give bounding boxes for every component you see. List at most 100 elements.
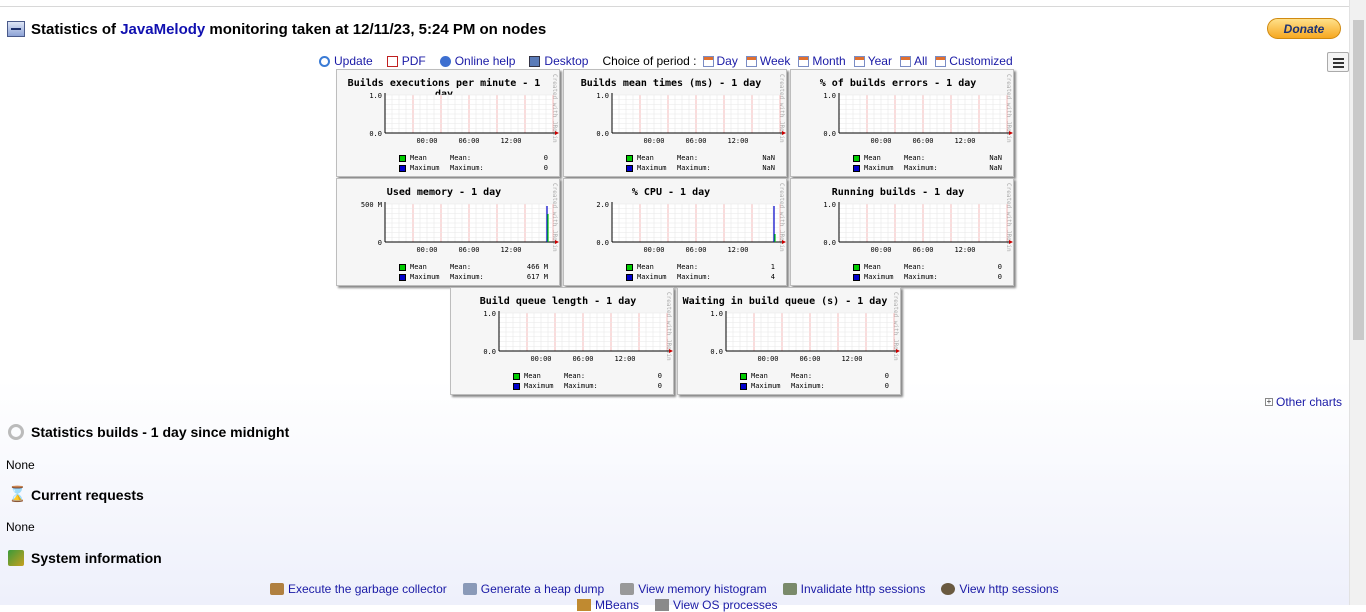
x-tick-label: 06:00 — [458, 246, 479, 254]
legend-value: NaN — [762, 154, 775, 162]
invalidate-sessions-link[interactable]: Invalidate http sessions — [782, 582, 925, 596]
chart-panel[interactable]: Builds executions per minute - 1 day Crea… — [336, 69, 560, 177]
legend-max: Maximum Maximum: 617 M — [399, 273, 549, 281]
legend-swatch — [626, 154, 633, 162]
period-year[interactable]: Year — [853, 54, 892, 68]
legend-value-label: Maximum: — [450, 164, 484, 172]
gc-link[interactable]: Execute the garbage collector — [270, 582, 447, 596]
legend-swatch — [740, 372, 747, 380]
y-tick-label: 0.0 — [596, 239, 609, 247]
chart-panel[interactable]: Build queue length - 1 day Created with J… — [450, 287, 674, 395]
legend-swatch — [626, 273, 633, 281]
help-icon — [439, 55, 451, 67]
requests-empty-text: None — [6, 520, 35, 534]
memory-histogram-link[interactable]: View memory histogram — [620, 582, 767, 596]
chart-panel[interactable]: % of builds errors - 1 day Created with J… — [790, 69, 1014, 177]
update-link[interactable]: Update — [319, 54, 373, 68]
histogram-icon — [620, 583, 635, 595]
period-customized[interactable]: Customized — [935, 54, 1013, 68]
chart-panel[interactable]: Running builds - 1 day Created with JRobi… — [790, 178, 1014, 286]
chart-panel[interactable]: Used memory - 1 day Created with JRobin 50… — [336, 178, 560, 286]
legend-mean: Mean Mean: 0 — [853, 263, 1003, 271]
chart-plot: 1.0 0.0 00:00 06:00 12:00 — [483, 310, 673, 363]
x-tick-label: 06:00 — [685, 246, 706, 254]
legend-value-label: Maximum: — [677, 164, 711, 172]
chart-panel[interactable]: % CPU - 1 day Created with JRobin 2.0 0.0 00… — [563, 178, 787, 286]
x-tick-label: 12:00 — [500, 246, 521, 254]
section-statistics-builds[interactable]: Statistics builds - 1 day since midnight — [8, 424, 289, 440]
expand-plus-icon: + — [1265, 397, 1273, 406]
other-charts-link[interactable]: + Other charts — [1265, 395, 1342, 409]
y-tick-label: 500 M — [361, 201, 382, 209]
donate-button[interactable]: Donate — [1267, 18, 1341, 39]
pdf-link[interactable]: PDF — [386, 54, 426, 68]
section-system-information[interactable]: System information — [8, 550, 162, 566]
legend-value: NaN — [989, 164, 1002, 172]
calendar-icon — [702, 55, 714, 67]
legend-label: Maximum — [637, 273, 667, 281]
os-processes-link[interactable]: View OS processes — [655, 598, 778, 612]
title-suffix: monitoring taken at 12/11/23, 5:24 PM on… — [209, 20, 547, 38]
vertical-scrollbar[interactable] — [1349, 0, 1366, 605]
axis-arrow — [782, 240, 786, 244]
x-tick-label: 06:00 — [685, 137, 706, 145]
legend-value: 0 — [543, 154, 548, 162]
legend-label: Mean — [864, 263, 881, 271]
scrollbar-thumb[interactable] — [1353, 20, 1364, 340]
heap-dump-link[interactable]: Generate a heap dump — [462, 582, 604, 596]
x-tick-label: 06:00 — [458, 137, 479, 145]
legend-value-label: Maximum: — [450, 273, 484, 281]
legend-value-label: Mean: — [564, 372, 586, 380]
chart-plot: 1.0 0.0 00:00 06:00 12:00 — [823, 201, 1013, 254]
desktop-icon — [529, 55, 541, 67]
view-sessions-link[interactable]: View http sessions — [941, 582, 1059, 596]
brand-link[interactable]: JavaMelody — [120, 21, 205, 38]
chart-panel[interactable]: Waiting in build queue (s) - 1 day Create… — [677, 287, 901, 395]
builds-empty-text: None — [6, 458, 35, 472]
x-tick-label: 12:00 — [500, 137, 521, 145]
legend-mean: Mean Mean: NaN — [853, 154, 1003, 162]
chart-plot: 2.0 0.0 00:00 06:00 12:00 — [596, 201, 786, 254]
calendar-icon — [935, 55, 947, 67]
heap-dump-icon — [462, 583, 477, 595]
legend-value-label: Maximum: — [904, 273, 938, 281]
axis-arrow — [782, 131, 786, 135]
y-tick-label: 0.0 — [823, 239, 836, 247]
period-day[interactable]: Day — [702, 54, 738, 68]
system-actions: Execute the garbage collector Generate a… — [270, 582, 1075, 596]
desktop-link[interactable]: Desktop — [529, 54, 588, 68]
legend-value: 0 — [657, 372, 662, 380]
mbeans-link[interactable]: MBeans — [577, 598, 639, 612]
period-month[interactable]: Month — [798, 54, 846, 68]
menu-button[interactable] — [1327, 52, 1349, 72]
legend-max: Maximum Maximum: 0 — [513, 382, 663, 390]
x-tick-label: 00:00 — [757, 355, 778, 363]
chart-panel[interactable]: Builds mean times (ms) - 1 day Created wi… — [563, 69, 787, 177]
x-tick-label: 00:00 — [530, 355, 551, 363]
y-tick-label: 0 — [378, 239, 382, 247]
calendar-icon — [798, 55, 810, 67]
period-label: Choice of period : — [602, 54, 697, 68]
chart-plot: 1.0 0.0 00:00 06:00 12:00 — [710, 310, 900, 363]
y-tick-label: 1.0 — [823, 92, 836, 100]
online-help-link[interactable]: Online help — [439, 54, 515, 68]
legend-swatch — [399, 154, 406, 162]
x-tick-label: 00:00 — [416, 137, 437, 145]
section-current-requests[interactable]: ⌛ Current requests — [8, 486, 144, 504]
legend-label: Maximum — [864, 164, 894, 172]
hourglass-icon: ⌛ — [8, 486, 27, 503]
legend-value-label: Mean: — [677, 154, 699, 162]
period-week[interactable]: Week — [745, 54, 790, 68]
axis-arrow — [555, 131, 559, 135]
legend-max: Maximum Maximum: 0 — [740, 382, 890, 390]
toolbar: Update PDF Online help Desktop Choice of… — [319, 53, 1021, 69]
period-all[interactable]: All — [899, 54, 927, 68]
x-tick-label: 00:00 — [870, 246, 891, 254]
x-tick-label: 00:00 — [643, 246, 664, 254]
pdf-icon — [386, 55, 398, 67]
axis-arrow — [669, 349, 673, 353]
x-tick-label: 06:00 — [912, 137, 933, 145]
legend-value-label: Maximum: — [791, 382, 825, 390]
y-tick-label: 2.0 — [596, 201, 609, 209]
legend-mean: Mean Mean: 0 — [513, 372, 663, 380]
